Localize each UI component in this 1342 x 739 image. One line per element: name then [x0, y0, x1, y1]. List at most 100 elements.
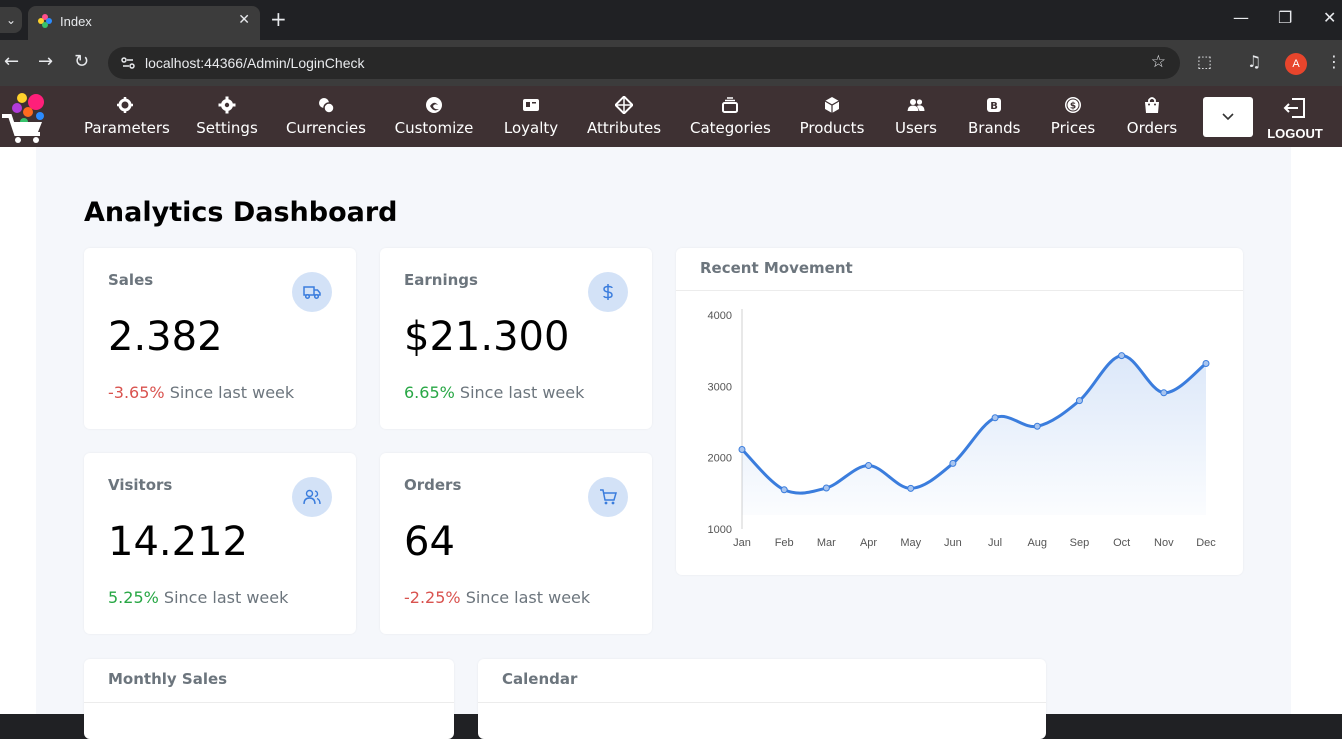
page-body: Analytics Dashboard Sales 2.382 -3.65% S…: [0, 147, 1342, 739]
window-close-icon[interactable]: ✕: [1323, 8, 1336, 27]
dashboard-content: Analytics Dashboard Sales 2.382 -3.65% S…: [36, 147, 1291, 739]
nav-categories[interactable]: Categories: [690, 86, 771, 147]
nav-label: Loyalty: [503, 119, 559, 137]
nav-label: Brands: [968, 119, 1021, 137]
recent-movement-card: Recent Movement 1000 2000 3000 4000 Jan Feb Ma…: [676, 248, 1243, 575]
nav-label: Settings: [196, 119, 258, 137]
nav-label: Prices: [1050, 119, 1096, 137]
nav-users[interactable]: Users: [893, 86, 939, 147]
nav-customize[interactable]: Customize: [394, 86, 474, 147]
x-tick-label: Jun: [944, 537, 962, 549]
minimize-icon[interactable]: —: [1233, 8, 1249, 27]
tab-close-icon[interactable]: ✕: [238, 12, 250, 28]
data-point: [1160, 389, 1168, 397]
card-divider: [478, 702, 1046, 703]
dollar-circle-icon: $: [1065, 97, 1081, 113]
gear-icon: [117, 97, 133, 113]
extensions-icon[interactable]: ⬚: [1197, 52, 1212, 71]
shop-logo-icon[interactable]: [0, 86, 50, 146]
logout-icon: [1283, 98, 1305, 118]
browser-tabstrip: ⌄ Index ✕ + — ❐ ✕: [0, 0, 1342, 40]
edge-icon: [426, 97, 442, 113]
stat-card-visitors: Visitors 14.212 5.25% Since last week: [84, 453, 356, 634]
language-dropdown[interactable]: [1203, 97, 1253, 137]
stat-label: Earnings: [404, 271, 478, 289]
site-settings-icon[interactable]: [118, 53, 138, 73]
cog-icon: [218, 96, 236, 114]
url-text: localhost:44366/Admin/LoginCheck: [145, 55, 365, 71]
stat-since: Since last week: [163, 588, 289, 607]
stat-label: Visitors: [108, 476, 173, 494]
nav-products[interactable]: Products: [798, 86, 866, 147]
stat-change: 5.25%: [108, 588, 159, 607]
nav-orders[interactable]: Orders: [1126, 86, 1178, 147]
bookmark-star-icon[interactable]: ☆: [1151, 52, 1166, 72]
logout-button[interactable]: LOGOUT: [1262, 90, 1328, 146]
stat-change: -3.65%: [108, 383, 165, 402]
stat-label: Sales: [108, 271, 154, 289]
y-tick-label: 1000: [708, 524, 732, 536]
stat-footer: 5.25% Since last week: [108, 588, 288, 607]
card-divider: [84, 702, 454, 703]
logout-label: LOGOUT: [1267, 126, 1323, 141]
shopping-bag-icon: [1145, 97, 1159, 113]
nav-settings[interactable]: Settings: [196, 86, 258, 147]
nav-label: Products: [799, 119, 865, 137]
data-point: [865, 462, 873, 470]
data-point: [822, 484, 830, 492]
media-control-icon[interactable]: ♫: [1247, 52, 1261, 71]
stat-value: 2.382: [108, 314, 223, 360]
stat-value: 14.212: [108, 519, 248, 565]
brand-b-icon: B: [987, 98, 1001, 112]
y-tick-label: 4000: [708, 310, 732, 322]
dollar-icon: [603, 284, 613, 300]
data-point: [780, 486, 788, 494]
x-tick-label: Nov: [1154, 537, 1174, 549]
nav-parameters[interactable]: Parameters: [84, 86, 170, 147]
x-tick-label: May: [900, 537, 921, 549]
nav-attributes[interactable]: Attributes: [587, 86, 661, 147]
favicon-icon: [38, 14, 52, 28]
svg-text:$: $: [1070, 102, 1076, 112]
users-icon: [303, 489, 321, 505]
data-point: [1075, 397, 1083, 405]
nav-loyalty[interactable]: Loyalty: [503, 86, 559, 147]
profile-avatar[interactable]: A: [1285, 53, 1307, 75]
recent-movement-chart[interactable]: 1000 2000 3000 4000 Jan Feb Mar Apr May Jun Jul Aug…: [676, 248, 1243, 575]
nav-brands[interactable]: B Brands: [968, 86, 1021, 147]
stat-card-sales: Sales 2.382 -3.65% Since last week: [84, 248, 356, 429]
y-tick-label: 2000: [708, 453, 732, 465]
svg-text:B: B: [990, 101, 998, 112]
nav-prices[interactable]: $ Prices: [1048, 86, 1098, 147]
address-bar[interactable]: localhost:44366/Admin/LoginCheck ☆: [108, 47, 1180, 79]
back-icon[interactable]: ←: [4, 51, 19, 73]
data-point: [1202, 360, 1210, 368]
stat-change: -2.25%: [404, 588, 461, 607]
nav-label: Orders: [1126, 119, 1178, 137]
nav-label: Attributes: [587, 119, 662, 137]
x-tick-label: Mar: [817, 537, 836, 549]
nav-currencies[interactable]: Currencies: [286, 86, 366, 147]
browser-tab[interactable]: Index ✕: [28, 6, 260, 40]
x-tick-label: Dec: [1196, 537, 1216, 549]
page-title: Analytics Dashboard: [84, 197, 398, 228]
reload-icon[interactable]: ↻: [74, 51, 89, 73]
forward-icon[interactable]: →: [38, 51, 53, 73]
restore-icon[interactable]: ❐: [1278, 8, 1292, 27]
x-tick-label: Apr: [860, 537, 877, 549]
stat-since: Since last week: [465, 588, 591, 607]
cart-icon: [600, 489, 617, 505]
new-tab-button[interactable]: +: [270, 8, 287, 30]
tab-search-button[interactable]: ⌄: [0, 7, 22, 33]
stat-since: Since last week: [459, 383, 585, 402]
data-point: [949, 459, 957, 467]
stat-icon-badge: [292, 272, 332, 312]
url-path: :44366/Admin/LoginCheck: [200, 55, 365, 71]
admin-navbar: Parameters Settings Currencies Customize…: [0, 86, 1342, 147]
stat-card-earnings: Earnings $21.300 6.65% Since last week: [380, 248, 652, 429]
browser-menu-icon[interactable]: ⋮: [1326, 52, 1342, 71]
stat-footer: -3.65% Since last week: [108, 383, 294, 402]
stat-icon-badge: [588, 477, 628, 517]
truck-icon: [303, 286, 321, 300]
y-tick-label: 3000: [708, 381, 732, 393]
